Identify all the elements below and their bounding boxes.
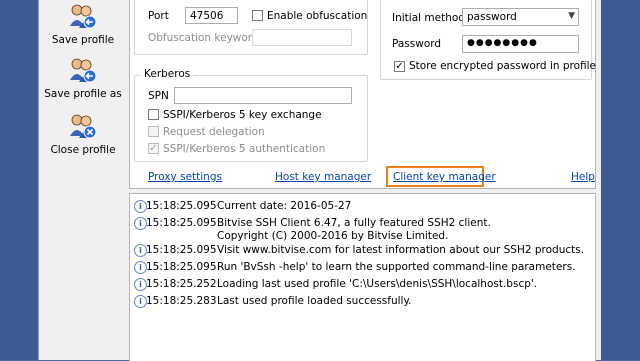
log-time: 15:18:25.095 xyxy=(146,261,217,273)
login-settings-panel: Port Enable obfuscation Obfuscation keyw… xyxy=(129,0,596,189)
log-message-continued: Copyright (C) 2000-2016 by Bitvise Limit… xyxy=(217,230,449,242)
sspi-key-exchange-checkbox[interactable] xyxy=(148,109,159,120)
chevron-down-icon: ▼ xyxy=(568,11,575,21)
log-message: Run 'BvSsh -help' to learn the supported… xyxy=(217,261,576,273)
close-profile-button[interactable]: Close profile xyxy=(39,114,127,156)
initial-method-label: Initial method xyxy=(392,12,465,24)
kerberos-group-title: Kerberos xyxy=(141,68,194,80)
help-link[interactable]: Help xyxy=(571,171,595,183)
initial-method-select[interactable]: password ▼ xyxy=(462,8,579,26)
password-input[interactable]: ●●●●●●●● xyxy=(462,35,579,53)
host-key-manager-link[interactable]: Host key manager xyxy=(275,171,371,183)
log-message: Loading last used profile 'C:\Users\deni… xyxy=(217,278,538,290)
enable-obfuscation-label: Enable obfuscation xyxy=(267,10,368,22)
log-time: 15:18:25.283 xyxy=(146,295,217,307)
spn-input[interactable] xyxy=(174,87,352,104)
initial-method-value: password xyxy=(467,11,517,23)
obfuscation-keyword-label: Obfuscation keyword xyxy=(148,32,259,44)
save-profile-as-label: Save profile as xyxy=(44,88,122,100)
sspi-authentication-checkbox[interactable]: ✓ xyxy=(148,143,159,154)
obfuscation-keyword-input[interactable] xyxy=(252,29,352,46)
desktop-background-right xyxy=(600,0,640,360)
log-time: 15:18:25.252 xyxy=(146,278,217,290)
log-time: 15:18:25.095 xyxy=(146,217,217,229)
client-key-manager-link[interactable]: Client key manager xyxy=(393,171,496,183)
log-message: Current date: 2016-05-27 xyxy=(217,200,352,212)
password-label: Password xyxy=(392,38,442,50)
save-profile-as-button[interactable]: Save profile as xyxy=(39,58,127,100)
desktop-background-left xyxy=(0,0,38,360)
profile-actions-sidebar: Save profile Save profile as Close profi… xyxy=(39,0,127,360)
log-time: 15:18:25.095 xyxy=(146,244,217,256)
log-message: Bitvise SSH Client 6.47, a fully feature… xyxy=(217,217,491,229)
save-profile-icon xyxy=(68,4,98,30)
save-profile-label: Save profile xyxy=(51,34,115,46)
save-profile-as-icon xyxy=(68,58,98,84)
log-message: Last used profile loaded successfully. xyxy=(217,295,412,307)
save-profile-button[interactable]: Save profile xyxy=(39,4,127,46)
sspi-authentication-label: SSPI/Kerberos 5 authentication xyxy=(163,143,326,155)
port-input[interactable] xyxy=(185,7,238,24)
proxy-settings-link[interactable]: Proxy settings xyxy=(148,171,222,183)
close-profile-label: Close profile xyxy=(50,144,116,156)
bitvise-client-window: Save profile Save profile as Close profi… xyxy=(38,0,601,361)
close-profile-icon xyxy=(68,114,98,140)
spn-label: SPN xyxy=(148,90,169,102)
request-delegation-checkbox[interactable] xyxy=(148,126,159,137)
enable-obfuscation-checkbox[interactable] xyxy=(252,10,263,21)
log-message: Visit www.bitvise.com for latest informa… xyxy=(217,244,585,256)
log-panel[interactable]: i 15:18:25.095 Current date: 2016-05-27 … xyxy=(129,193,596,361)
port-label: Port xyxy=(148,10,169,22)
log-time: 15:18:25.095 xyxy=(146,200,217,212)
obfuscation-group xyxy=(134,0,368,55)
sspi-key-exchange-label: SSPI/Kerberos 5 key exchange xyxy=(163,109,322,121)
store-password-checkbox[interactable]: ✓ xyxy=(394,61,405,72)
store-password-label: Store encrypted password in profile xyxy=(409,60,597,72)
request-delegation-label: Request delegation xyxy=(163,126,265,138)
